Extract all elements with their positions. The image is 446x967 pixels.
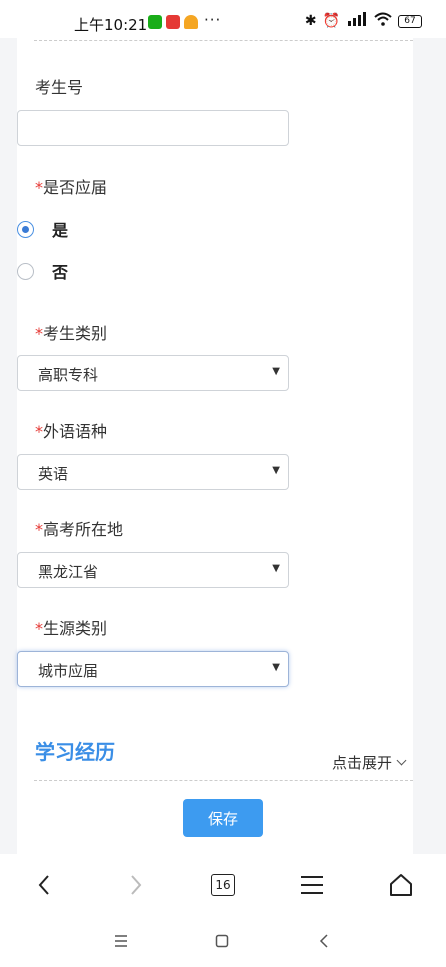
forward-button[interactable]	[121, 870, 151, 900]
alarm-icon: ⏰	[322, 13, 340, 29]
foreign-language-label-text: 外语语种	[43, 422, 108, 441]
tab-count: 16	[211, 874, 235, 896]
dropdown-arrow-icon: ▼	[272, 465, 280, 476]
tabs-button[interactable]: 16	[208, 870, 238, 900]
source-type-label: *生源类别	[35, 615, 107, 639]
required-mark: *	[35, 520, 43, 539]
menu-button[interactable]	[297, 870, 327, 900]
back-system-button[interactable]	[311, 928, 337, 954]
candidate-type-select[interactable]: 高职专科 ▼	[17, 355, 289, 391]
app2-icon	[184, 15, 198, 29]
required-mark: *	[35, 324, 43, 343]
exam-location-label: *高考所在地	[35, 516, 123, 540]
divider	[34, 40, 413, 41]
bluetooth-icon: ✱	[304, 13, 317, 29]
candidate-type-value: 高职专科	[38, 366, 99, 384]
chevron-right-icon	[131, 875, 142, 895]
back-triangle-icon	[319, 934, 328, 948]
source-type-label-text: 生源类别	[43, 619, 108, 638]
radio-no-label: 否	[52, 263, 69, 282]
system-navigation-bar	[0, 916, 446, 967]
save-button[interactable]: 保存	[183, 799, 263, 837]
wifi-icon	[374, 12, 392, 30]
radio-option-no[interactable]: 否	[17, 259, 68, 283]
dropdown-arrow-icon: ▼	[272, 662, 280, 673]
foreign-language-select[interactable]: 英语 ▼	[17, 454, 289, 490]
signal-icon	[346, 12, 368, 30]
exam-location-value: 黑龙江省	[38, 563, 99, 581]
home-icon	[390, 874, 412, 896]
foreign-language-label: *外语语种	[35, 418, 107, 442]
home-button[interactable]	[386, 870, 416, 900]
exam-number-input[interactable]	[17, 110, 289, 146]
required-mark: *	[35, 422, 43, 441]
back-button[interactable]	[29, 870, 59, 900]
status-bar: 上午10:21 ··· ✱ ⏰ 67	[0, 0, 446, 38]
radio-yes-label: 是	[52, 221, 69, 240]
status-time: 上午10:21	[74, 16, 148, 34]
dropdown-arrow-icon: ▼	[272, 366, 280, 377]
square-icon	[215, 934, 229, 948]
chevron-down-icon	[396, 755, 407, 766]
dropdown-arrow-icon: ▼	[272, 563, 280, 574]
radio-yes[interactable]	[17, 220, 34, 238]
app-icon	[166, 15, 180, 29]
form-card: 考生号 *是否应届 是 否 *考生类别 高职专科 ▼ *外语语种 英语 ▼ *高…	[17, 38, 413, 854]
recent-apps-icon	[115, 935, 127, 947]
more-notifications-icon: ···	[204, 11, 222, 29]
source-type-value: 城市应届	[38, 662, 99, 680]
exam-location-label-text: 高考所在地	[43, 520, 124, 539]
menu-icon	[301, 876, 323, 894]
foreign-language-value: 英语	[38, 465, 69, 483]
chevron-left-icon	[38, 875, 49, 895]
exam-number-label-text: 考生号	[35, 78, 84, 97]
battery-icon: 67	[398, 14, 422, 28]
expand-label: 点击展开	[332, 754, 393, 772]
wechat-icon	[148, 15, 162, 29]
home-system-button[interactable]	[209, 928, 235, 954]
fresh-graduate-label: *是否应届	[35, 174, 107, 198]
browser-toolbar: 16	[0, 854, 446, 916]
source-type-select[interactable]: 城市应届 ▼	[17, 651, 289, 687]
study-history-title: 学习经历	[35, 740, 115, 764]
candidate-type-label-text: 考生类别	[43, 324, 108, 343]
expand-toggle[interactable]: 点击展开	[332, 752, 407, 773]
required-mark: *	[35, 619, 43, 638]
exam-number-label: 考生号	[35, 74, 83, 98]
radio-no[interactable]	[17, 262, 34, 280]
divider	[34, 780, 413, 781]
recent-apps-button[interactable]	[108, 928, 134, 954]
required-mark: *	[35, 178, 43, 197]
fresh-graduate-label-text: 是否应届	[43, 178, 108, 197]
exam-location-select[interactable]: 黑龙江省 ▼	[17, 552, 289, 588]
candidate-type-label: *考生类别	[35, 320, 107, 344]
radio-option-yes[interactable]: 是	[17, 217, 68, 241]
